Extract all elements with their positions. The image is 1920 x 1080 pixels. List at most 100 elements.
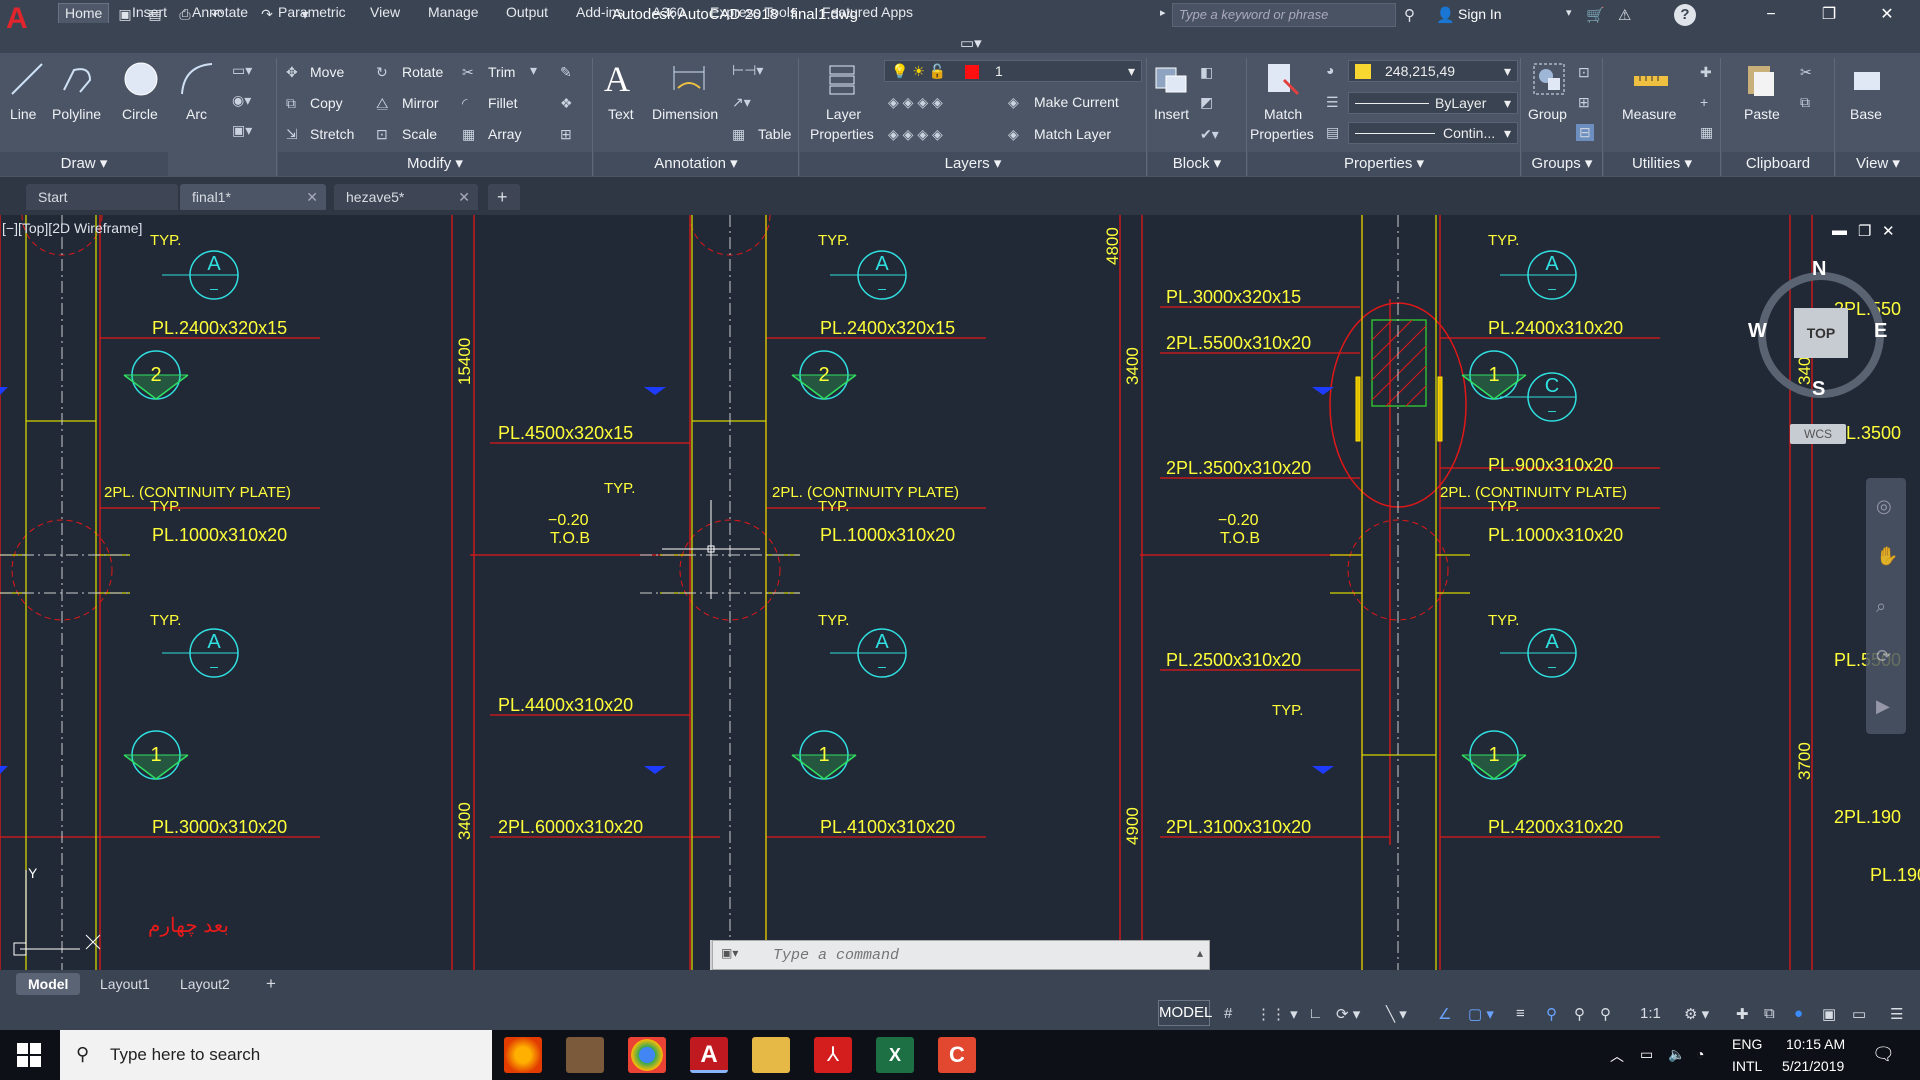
edit-block-icon[interactable]: ◩ [1200,94,1213,111]
annotation-monitor-icon[interactable]: ✚ [1736,1005,1749,1023]
rotate-button[interactable]: Rotate [402,64,443,80]
steering-wheel-icon[interactable]: ◎ [1876,496,1892,517]
scale-button[interactable]: Scale [402,126,437,142]
notifications-icon[interactable]: 🗨 [1872,1044,1895,1065]
tab-layout2[interactable]: Layout2 [168,973,242,995]
arc-button[interactable]: Arc [186,106,207,122]
command-input[interactable] [773,945,1173,965]
tab-model[interactable]: Model [16,973,81,995]
exchange-icon[interactable]: ⚠ [1618,6,1631,24]
auto-scale-icon[interactable]: ⚲ [1574,1005,1585,1023]
group-edit-icon[interactable]: ⊞ [1578,94,1590,111]
model-space-toggle[interactable]: MODEL [1158,1000,1212,1026]
firefox-icon[interactable] [504,1037,542,1073]
new-tab-button[interactable]: + [488,184,520,210]
color-dropdown[interactable]: 248,215,49 ▾ [1348,60,1518,82]
text-button[interactable]: Text [608,106,634,122]
close-icon[interactable]: ✕ [1864,2,1910,28]
command-line[interactable]: ▣▾ ▴ [712,940,1210,970]
close-tab-icon[interactable]: ✕ [306,184,318,210]
group-select-icon[interactable]: ⊟ [1576,124,1594,141]
battery-icon[interactable]: ▭ [1640,1046,1653,1063]
dimension-icon[interactable] [670,60,708,98]
polyline-button[interactable]: Polyline [52,106,101,122]
tab-parametric[interactable]: Parametric [272,3,352,23]
lineweight-display-icon[interactable]: ≡ [1516,1005,1525,1022]
hardware-acceleration-icon[interactable]: ▣ [1822,1005,1836,1023]
modify-panel-title[interactable]: Modify ▾ [278,152,592,176]
app-icon-c[interactable]: C [938,1037,976,1073]
draw-panel-title[interactable]: Draw ▾ [0,152,168,176]
orbit-icon[interactable]: ⟳ [1876,646,1891,667]
linear-dim-icon[interactable]: ⊢⊣▾ [732,62,763,79]
utilities-panel-title[interactable]: Utilities ▾ [1604,152,1720,176]
paste-button[interactable]: Paste [1744,106,1780,122]
app-icon[interactable] [566,1037,604,1073]
layer-properties-label-1[interactable]: Layer [826,106,861,122]
copy-button[interactable]: Copy [310,95,343,111]
volume-icon[interactable]: 🔈 [1668,1046,1685,1063]
dimension-button[interactable]: Dimension [652,106,718,122]
boundary-icon[interactable]: ▣▾ [232,122,252,139]
chevron-down-icon[interactable]: ▾ [1566,6,1572,19]
match-properties-label-2[interactable]: Properties [1250,126,1314,142]
base-view-icon[interactable] [1848,62,1886,100]
chrome-icon[interactable] [628,1037,666,1073]
compass-east[interactable]: E [1874,320,1887,343]
clock-time[interactable]: 10:15 AM [1786,1036,1845,1052]
windows-start-icon[interactable] [16,1042,42,1068]
compass-west[interactable]: W [1748,320,1767,343]
customization-menu-icon[interactable]: ☰ [1890,1005,1903,1023]
clock-date[interactable]: 5/21/2019 [1782,1058,1844,1074]
ribbon-toggle-icon[interactable]: ▭▾ [960,34,982,52]
leader-icon[interactable]: ↗▾ [732,94,751,111]
view-panel-title[interactable]: View ▾ [1836,152,1920,176]
object-snap-icon[interactable]: ▢ ▾ [1468,1005,1494,1023]
properties-panel-title[interactable]: Properties ▾ [1248,152,1520,176]
file-explorer-icon[interactable] [752,1037,790,1073]
viewport-minimize-icon[interactable]: ▬ [1832,222,1847,239]
mirror-button[interactable]: Mirror [402,95,439,111]
circle-button[interactable]: Circle [122,106,158,122]
tab-express-tools[interactable]: Express Tools [704,3,803,23]
units-icon[interactable]: ⧉ [1764,1005,1775,1022]
annotation-panel-title[interactable]: Annotation ▾ [594,152,798,176]
tab-home[interactable]: Home [58,3,110,23]
fillet-button[interactable]: Fillet [488,95,518,111]
group-button[interactable]: Group [1528,106,1567,122]
language-line-2[interactable]: INTL [1732,1058,1762,1074]
close-tab-icon[interactable]: ✕ [458,184,470,210]
offset-icon[interactable]: ⊞ [560,126,572,143]
annotation-scale-value[interactable]: 1:1 [1640,1005,1661,1022]
insert-button[interactable]: Insert [1154,106,1189,122]
viewport-close-icon[interactable]: ✕ [1882,222,1895,240]
ungroup-icon[interactable]: ⊡ [1578,64,1590,81]
pan-icon[interactable]: ✋ [1876,546,1898,567]
acrobat-icon[interactable]: ⅄ [814,1037,852,1073]
add-layout-button[interactable]: + [254,973,288,995]
trim-button[interactable]: Trim [488,64,515,80]
wifi-icon[interactable]: ◔ [1696,1046,1704,1062]
line-button[interactable]: Line [10,106,36,122]
sign-in-button[interactable]: Sign In [1458,6,1502,22]
tab-hezave5[interactable]: hezave5* ✕ [334,184,478,210]
erase-icon[interactable]: ✎ [560,64,572,81]
table-button[interactable]: Table [758,126,791,142]
cart-icon[interactable]: 🛒 [1586,6,1605,24]
tab-output[interactable]: Output [500,3,554,23]
layer-properties-label-2[interactable]: Properties [810,126,874,142]
minimize-icon[interactable]: − [1748,2,1794,28]
linetype-dropdown[interactable]: ByLayer ▾ [1348,92,1518,114]
create-block-icon[interactable]: ◧ [1200,64,1213,81]
tab-add-ins[interactable]: Add-ins [570,3,629,23]
arc-icon[interactable] [178,60,216,98]
match-properties-label-1[interactable]: Match [1264,106,1302,122]
drawing-canvas[interactable]: A –2 A –1 A –2 A –1 A –1 C – A –1 PL.2400x320x15 2PL. … [0,215,1920,970]
hatch-icon[interactable]: ◉▾ [232,92,251,109]
block-panel-title[interactable]: Block ▾ [1148,152,1246,176]
make-current-button[interactable]: Make Current [1034,94,1119,110]
autocad-taskbar-icon[interactable]: A [690,1037,728,1073]
text-icon[interactable]: A [604,58,630,100]
tab-featured-apps[interactable]: Featured Apps [816,3,919,23]
polar-icon[interactable]: ⟳ ▾ [1336,1005,1360,1023]
